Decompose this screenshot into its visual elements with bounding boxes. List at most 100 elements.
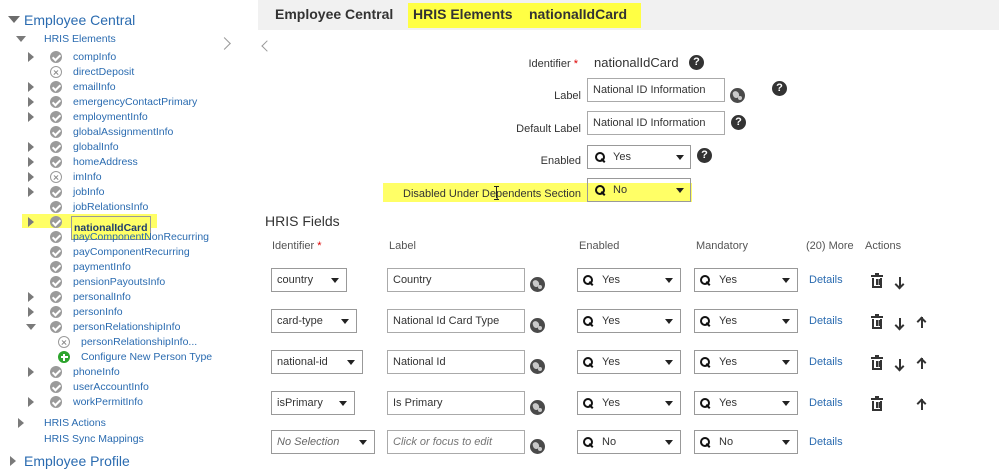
field-enabled-select[interactable]: Yes: [577, 391, 681, 415]
disabled-dependents-select[interactable]: No: [587, 178, 691, 202]
collapsed-caret-icon[interactable]: [28, 187, 34, 197]
tree-root-employee-profile[interactable]: Employee Profile: [0, 453, 230, 469]
tree-item-label[interactable]: imInfo: [73, 171, 102, 183]
collapsed-caret-icon[interactable]: [28, 172, 34, 182]
field-enabled-select[interactable]: Yes: [577, 268, 681, 292]
field-label-input[interactable]: [387, 350, 525, 374]
tree-root-label[interactable]: Employee Central: [24, 12, 135, 28]
field-identifier-select[interactable]: No Selection: [271, 430, 375, 454]
collapsed-caret-icon[interactable]: [28, 307, 34, 317]
tree-item-label[interactable]: compInfo: [73, 51, 116, 63]
back-chevron-icon[interactable]: [261, 40, 273, 52]
tree-item[interactable]: emergencyContactPrimary: [0, 95, 230, 110]
tree-item[interactable]: personRelationshipInfo: [0, 320, 230, 335]
globe-translation-icon[interactable]: [530, 400, 545, 415]
details-link[interactable]: Details: [809, 274, 843, 286]
globe-translation-icon[interactable]: [530, 439, 545, 454]
tree-item[interactable]: paymentInfo: [0, 260, 230, 275]
field-mandatory-select[interactable]: No: [694, 430, 798, 454]
tree-item[interactable]: pensionPayoutsInfo: [0, 275, 230, 290]
delete-trash-icon[interactable]: [871, 396, 883, 411]
tree-group-label[interactable]: HRIS Actions: [44, 417, 106, 429]
tree-item[interactable]: workPermitInfo: [0, 395, 230, 410]
field-label-input[interactable]: [387, 391, 525, 415]
tree-item[interactable]: Configure New Person Type: [0, 350, 230, 365]
breadcrumb-employee-central[interactable]: Employee Central: [275, 6, 393, 22]
field-identifier-select[interactable]: country: [271, 268, 347, 292]
tree-item-label[interactable]: payComponentRecurring: [73, 246, 190, 258]
tree-item[interactable]: emailInfo: [0, 80, 230, 95]
tree-group-label[interactable]: HRIS Elements: [44, 33, 116, 45]
field-label-input[interactable]: [387, 268, 525, 292]
tree-item-label[interactable]: personInfo: [73, 306, 123, 318]
enabled-select[interactable]: Yes: [587, 145, 691, 169]
field-identifier-select[interactable]: isPrimary: [271, 391, 355, 415]
globe-translation-icon[interactable]: [730, 88, 745, 103]
delete-trash-icon[interactable]: [871, 273, 883, 288]
globe-translation-icon[interactable]: [530, 277, 545, 292]
tree-item[interactable]: userAccountInfo: [0, 380, 230, 395]
collapsed-caret-icon[interactable]: [28, 112, 34, 122]
details-link[interactable]: Details: [809, 397, 843, 409]
label-input[interactable]: [587, 78, 725, 102]
globe-translation-icon[interactable]: [530, 359, 545, 374]
tree-item[interactable]: homeAddress: [0, 155, 230, 170]
collapsed-caret-icon[interactable]: [28, 367, 34, 377]
tree-item[interactable]: globalAssignmentInfo: [0, 125, 230, 140]
tree-item-label[interactable]: workPermitInfo: [73, 396, 143, 408]
tree-root-label[interactable]: Employee Profile: [24, 453, 130, 469]
collapsed-caret-icon[interactable]: [28, 142, 34, 152]
collapsed-caret-icon[interactable]: [28, 97, 34, 107]
tree-item-label[interactable]: emailInfo: [73, 81, 116, 93]
tree-item-label[interactable]: paymentInfo: [73, 261, 131, 273]
breadcrumb-hris-elements[interactable]: HRIS Elements: [413, 6, 513, 22]
move-up-arrow-icon[interactable]: [916, 398, 927, 411]
expanded-caret-icon[interactable]: [8, 16, 20, 23]
tree-item[interactable]: employmentInfo: [0, 110, 230, 125]
collapsed-caret-icon[interactable]: [10, 456, 16, 466]
collapsed-caret-icon[interactable]: [28, 82, 34, 92]
tree-item[interactable]: personInfo: [0, 305, 230, 320]
tree-item-label[interactable]: emergencyContactPrimary: [73, 96, 197, 108]
tree-item-label[interactable]: employmentInfo: [73, 111, 148, 123]
collapsed-caret-icon[interactable]: [28, 292, 34, 302]
tree-item-label[interactable]: HRIS Sync Mappings: [44, 433, 144, 445]
tree-group-hris-elements[interactable]: HRIS Elements: [0, 32, 230, 47]
move-up-arrow-icon[interactable]: [916, 316, 927, 329]
tree-item-label[interactable]: personalInfo: [73, 291, 131, 303]
field-enabled-select[interactable]: Yes: [577, 309, 681, 333]
details-link[interactable]: Details: [809, 356, 843, 368]
help-icon[interactable]: ?: [697, 148, 712, 163]
tree-item-label[interactable]: pensionPayoutsInfo: [73, 276, 165, 288]
tree-item[interactable]: imInfo: [0, 170, 230, 185]
tree-item-label[interactable]: jobRelationsInfo: [73, 201, 148, 213]
field-identifier-select[interactable]: national-id: [271, 350, 363, 374]
tree-item-hris-sync-mappings[interactable]: HRIS Sync Mappings: [0, 432, 230, 447]
field-identifier-select[interactable]: card-type: [271, 309, 357, 333]
collapsed-caret-icon[interactable]: [28, 157, 34, 167]
field-label-input[interactable]: [387, 430, 525, 454]
field-mandatory-select[interactable]: Yes: [694, 268, 798, 292]
field-mandatory-select[interactable]: Yes: [694, 350, 798, 374]
move-up-arrow-icon[interactable]: [916, 357, 927, 370]
column-header-more[interactable]: (20) More: [806, 240, 854, 252]
move-down-arrow-icon[interactable]: [894, 277, 905, 290]
delete-trash-icon[interactable]: [871, 355, 883, 370]
tree-item-label[interactable]: personRelationshipInfo...: [81, 336, 197, 348]
expanded-caret-icon[interactable]: [16, 36, 26, 42]
details-link[interactable]: Details: [809, 315, 843, 327]
tree-item[interactable]: jobInfo: [0, 185, 230, 200]
globe-translation-icon[interactable]: [530, 318, 545, 333]
collapsed-caret-icon[interactable]: [18, 418, 24, 428]
tree-item[interactable]: jobRelationsInfo: [0, 200, 230, 215]
details-link[interactable]: Details: [809, 436, 843, 448]
tree-root-employee-central[interactable]: Employee Central: [0, 12, 230, 28]
tree-item-label[interactable]: phoneInfo: [73, 366, 120, 378]
tree-item-label[interactable]: globalInfo: [73, 141, 119, 153]
expanded-caret-icon[interactable]: [26, 324, 36, 330]
help-icon[interactable]: ?: [772, 81, 787, 96]
help-icon[interactable]: ?: [689, 55, 704, 70]
tree-item-label[interactable]: personRelationshipInfo: [73, 321, 180, 333]
collapsed-caret-icon[interactable]: [28, 217, 34, 227]
tree-item[interactable]: nationalIdCard: [0, 215, 230, 240]
